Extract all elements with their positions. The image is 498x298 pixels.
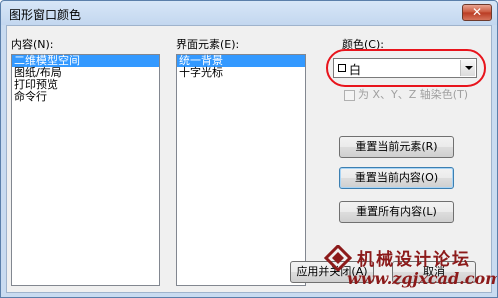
context-listbox[interactable]: 二维模型空间 图纸/布局 打印预览 命令行 (11, 54, 160, 286)
dialog-title: 图形窗口颜色 (9, 8, 82, 22)
tint-axes-label: 为 X、Y、Z 轴染色(T) (358, 88, 469, 101)
reset-element-button[interactable]: 重置当前元素(R) (339, 136, 454, 158)
forum-logo-icon (323, 245, 353, 271)
watermark-title: 机械设计论坛 (357, 250, 471, 270)
close-button[interactable]: ✕ (462, 4, 492, 21)
tint-axes-checkbox[interactable] (344, 89, 355, 101)
context-label: 内容(N): (11, 38, 54, 51)
reset-all-button[interactable]: 重置所有内容(L) (339, 201, 454, 223)
tint-axes-checkbox-row: 为 X、Y、Z 轴染色(T) (344, 86, 468, 102)
highlight-ring (326, 49, 486, 87)
reset-context-button[interactable]: 重置当前内容(O) (339, 167, 454, 189)
list-item[interactable]: 命令行 (12, 91, 159, 103)
elements-label: 界面元素(E): (176, 38, 240, 51)
elements-listbox[interactable]: 统一背景 十字光标 (176, 54, 306, 286)
watermark-url: www.zgjxcad.com (347, 269, 498, 288)
dialog-window: 图形窗口颜色 ✕ 内容(N): 二维模型空间 图纸/布局 打印预览 命令行 界面… (0, 0, 498, 298)
list-item[interactable]: 十字光标 (177, 67, 305, 79)
title-bar[interactable]: 图形窗口颜色 ✕ (1, 1, 497, 25)
close-icon: ✕ (471, 5, 483, 19)
watermark: 机械设计论坛 www.zgjxcad.com (323, 245, 497, 293)
